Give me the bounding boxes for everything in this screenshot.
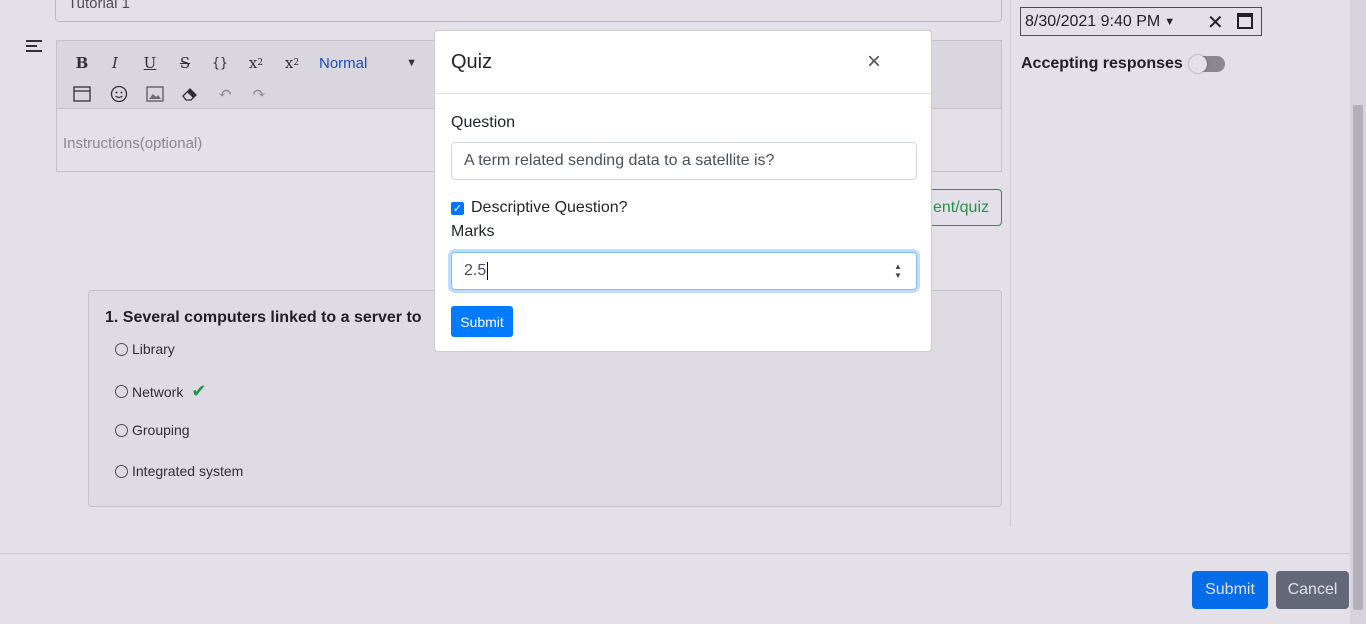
quiz-modal: Quiz × Question A term related sending d… xyxy=(434,30,932,352)
modal-header: Quiz × xyxy=(435,31,931,94)
spin-down-icon[interactable]: ▼ xyxy=(894,271,902,280)
descriptive-question-row[interactable]: ✓ Descriptive Question? xyxy=(451,199,628,217)
marks-input[interactable]: 2.5 ▲ ▼ xyxy=(451,252,917,290)
spin-up-icon[interactable]: ▲ xyxy=(894,262,902,271)
modal-submit-button[interactable]: Submit xyxy=(451,306,513,337)
question-input[interactable]: A term related sending data to a satelli… xyxy=(451,142,917,180)
marks-label: Marks xyxy=(451,223,495,240)
text-cursor xyxy=(487,262,489,280)
descriptive-question-label[interactable]: Descriptive Question? xyxy=(471,199,628,217)
question-label: Question xyxy=(451,114,516,131)
close-icon[interactable]: × xyxy=(867,50,881,74)
descriptive-question-checkbox[interactable]: ✓ xyxy=(451,201,464,215)
marks-value: 2.5 xyxy=(464,262,487,279)
modal-title: Quiz xyxy=(451,50,493,73)
number-spinner[interactable]: ▲ ▼ xyxy=(892,262,904,280)
